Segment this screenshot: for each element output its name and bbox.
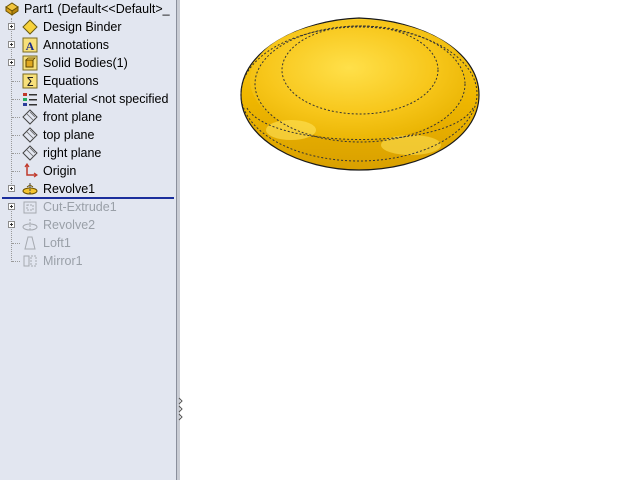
- plane-icon: [22, 109, 38, 125]
- svg-text:A: A: [26, 39, 35, 53]
- tree-item-label: Loft1: [43, 236, 71, 250]
- tree-item-label: Origin: [43, 164, 77, 178]
- tree-line: [12, 153, 20, 154]
- tree-item-label: Solid Bodies(1): [43, 56, 128, 70]
- tree-item-label: Cut-Extrude1: [43, 200, 117, 214]
- graphics-viewport[interactable]: [181, 0, 640, 480]
- design-binder-icon: [22, 19, 38, 35]
- tree-item-origin[interactable]: Origin: [0, 162, 176, 180]
- tree-item-front-plane[interactable]: front plane: [0, 108, 176, 126]
- annotations-icon: A: [22, 37, 38, 53]
- tree-item-solid-bodies[interactable]: Solid Bodies(1): [0, 54, 176, 72]
- plane-icon: [22, 127, 38, 143]
- tree-item-label: right plane: [43, 146, 102, 160]
- tree-item-label: Revolve1: [43, 182, 96, 196]
- tree-item-label: Design Binder: [43, 20, 122, 34]
- tree-item-right-plane[interactable]: right plane: [0, 144, 176, 162]
- tree-item-revolve2[interactable]: Revolve2: [0, 216, 176, 234]
- revolved-disc-part[interactable]: [240, 17, 480, 171]
- tree-line: [12, 81, 20, 82]
- tree-item-label: Revolve2: [43, 218, 96, 232]
- tree-item-design-binder[interactable]: Design Binder: [0, 18, 176, 36]
- tree-item-label: Mirror1: [43, 254, 83, 268]
- tree-item-top-plane[interactable]: top plane: [0, 126, 176, 144]
- tree-item-loft1[interactable]: Loft1: [0, 234, 176, 252]
- cut-extrude-icon: [22, 199, 38, 215]
- origin-icon: [22, 162, 39, 179]
- mirror-icon: [22, 253, 38, 269]
- tree-root-label: Part1 (Default<<Default>_: [24, 2, 170, 16]
- tree-item-revolve1[interactable]: Revolve1: [0, 180, 176, 198]
- expand-icon[interactable]: [8, 203, 15, 210]
- revolve-icon: [22, 217, 38, 233]
- tree-line: [12, 243, 20, 244]
- equations-icon: Σ: [22, 73, 38, 89]
- plane-icon: [22, 145, 38, 161]
- tree-line: [12, 261, 20, 262]
- loft-icon: [22, 235, 38, 251]
- tree-item-mirror1[interactable]: Mirror1: [0, 252, 176, 270]
- tree-line: [12, 99, 20, 100]
- tree-line: [12, 171, 20, 172]
- tree-item-equations[interactable]: Σ Equations: [0, 72, 176, 90]
- tree-item-label: front plane: [43, 110, 103, 124]
- material-icon: [22, 91, 38, 107]
- expand-icon[interactable]: [8, 221, 15, 228]
- part-icon: [4, 1, 20, 17]
- svg-text:Σ: Σ: [26, 75, 34, 89]
- solid-bodies-icon: [22, 55, 38, 71]
- tree-item-label: top plane: [43, 128, 95, 142]
- expand-icon[interactable]: [8, 41, 15, 48]
- tree-line: [12, 117, 20, 118]
- tree-item-annotations[interactable]: A Annotations: [0, 36, 176, 54]
- tree-item-label: Annotations: [43, 38, 110, 52]
- tree-line: [12, 135, 20, 136]
- revolve-icon: [22, 181, 38, 197]
- tree-item-label: Material <not specified: [43, 92, 169, 106]
- tree-item-cut-extrude1[interactable]: Cut-Extrude1: [0, 198, 176, 216]
- tree-root-part1[interactable]: Part1 (Default<<Default>_: [0, 0, 176, 18]
- tree-item-material[interactable]: Material <not specified: [0, 90, 176, 108]
- feature-manager-tree: Part1 (Default<<Default>_ Design Binder …: [0, 0, 177, 480]
- expand-icon[interactable]: [8, 59, 15, 66]
- expand-icon[interactable]: [8, 23, 15, 30]
- model-view[interactable]: [181, 0, 640, 480]
- tree-item-label: Equations: [43, 74, 99, 88]
- expand-icon[interactable]: [8, 185, 15, 192]
